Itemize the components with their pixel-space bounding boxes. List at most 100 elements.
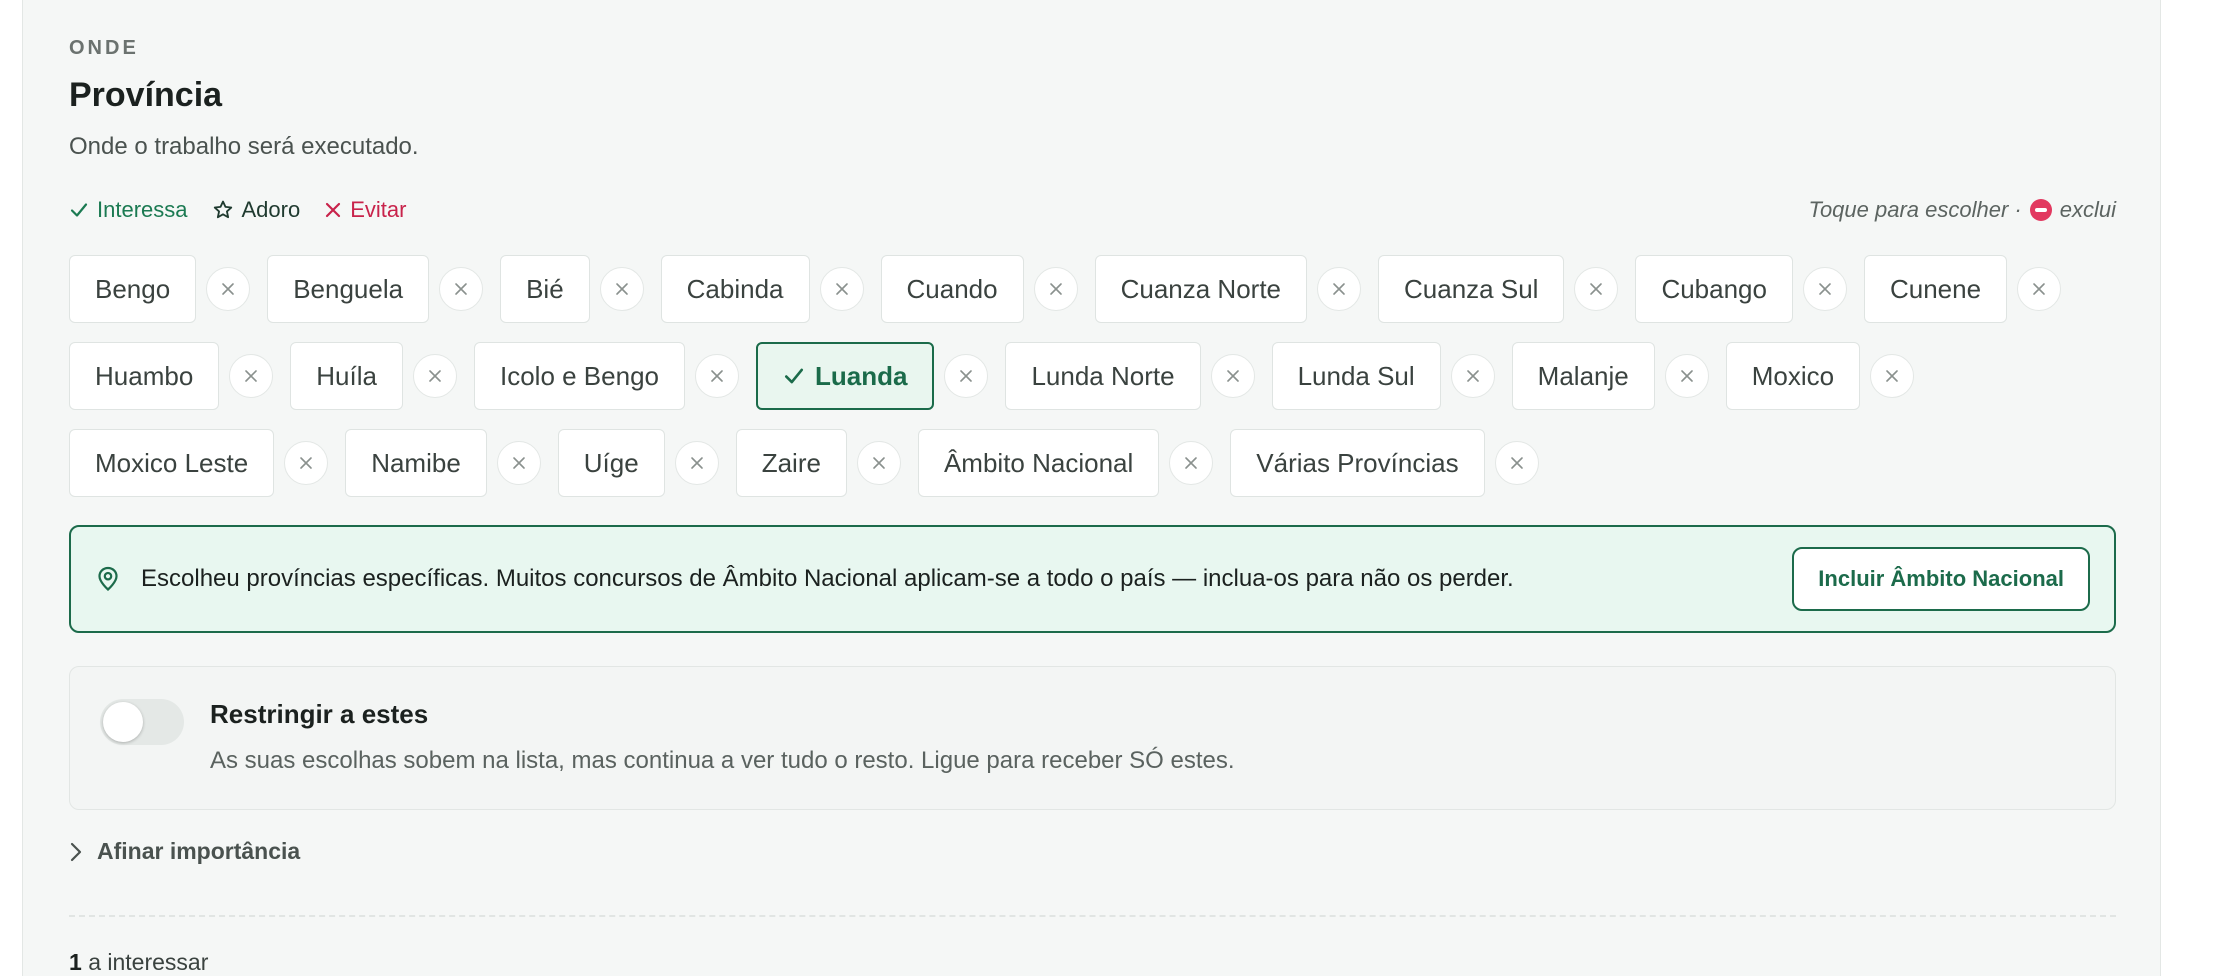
province-chip-label: Malanje (1537, 360, 1629, 391)
close-icon (512, 457, 525, 469)
location-pin-icon (97, 566, 119, 592)
close-icon (1590, 283, 1603, 295)
close-icon (1680, 370, 1693, 382)
exclude-province-button[interactable] (1870, 354, 1915, 398)
province-chip[interactable]: Cunene (1863, 255, 2008, 323)
province-chip[interactable]: Luanda (756, 342, 935, 410)
province-chip-label: Moxico Leste (95, 447, 249, 478)
province-chip-label: Várias Províncias (1256, 447, 1459, 478)
exclude-province-button[interactable] (674, 441, 719, 485)
province-chip[interactable]: Icolo e Bengo (473, 342, 685, 410)
province-chip[interactable]: Cuando (880, 255, 1024, 323)
province-chip-label: Bié (526, 273, 564, 304)
province-chip-label: Âmbito Nacional (943, 447, 1134, 478)
province-chip[interactable]: Cubango (1635, 255, 1793, 323)
province-chip-label: Bengo (95, 273, 171, 304)
province-chip[interactable]: Moxico (1725, 342, 1861, 410)
exclude-province-button[interactable] (496, 441, 541, 485)
province-chip[interactable]: Âmbito Nacional (917, 429, 1160, 497)
preference-legend: Interessa Adoro Evitar (69, 197, 430, 223)
selection-hint: Toque para escolher · exclui (1809, 197, 2116, 223)
province-chip-label: Uíge (583, 447, 639, 478)
province-chip[interactable]: Cabinda (660, 255, 810, 323)
exclude-province-button[interactable] (206, 267, 251, 311)
exclude-province-button[interactable] (1033, 267, 1078, 311)
province-chip-label: Icolo e Bengo (499, 360, 659, 391)
exclude-province-button[interactable] (1450, 354, 1495, 398)
toggle-knob (103, 702, 143, 742)
selection-count-label: a interessar (88, 949, 209, 975)
province-chip[interactable]: Zaire (735, 429, 847, 497)
province-chip[interactable]: Cuanza Sul (1378, 255, 1565, 323)
section-eyebrow: ONDE (69, 37, 139, 59)
exclude-province-button[interactable] (856, 441, 901, 485)
province-chip-label: Lunda Norte (1031, 360, 1175, 391)
exclude-province-button[interactable] (1494, 441, 1539, 485)
exclude-province-button[interactable] (944, 354, 989, 398)
legend-interessa-label: Interessa (97, 197, 188, 222)
province-chip[interactable]: Namibe (345, 429, 487, 497)
chip-row: Moxico Leste Namibe Uíge Zaire Âmbito Nacion… (69, 428, 2116, 498)
province-chip[interactable]: Cuanza Norte (1094, 255, 1308, 323)
include-national-scope-button[interactable]: Incluir Âmbito Nacional (1792, 547, 2090, 611)
restrict-toggle[interactable] (100, 699, 184, 745)
exclude-province-button[interactable] (1664, 354, 1709, 398)
province-chip-label: Zaire (761, 447, 821, 478)
chevron-right-icon (70, 842, 82, 861)
close-icon (1333, 283, 1345, 295)
close-icon (1185, 457, 1198, 469)
province-chip-label: Moxico (1751, 360, 1835, 391)
close-icon (960, 370, 973, 382)
exclude-province-button[interactable] (695, 354, 739, 398)
exclude-province-button[interactable] (1210, 354, 1255, 398)
province-chip-label: Lunda Sul (1297, 360, 1415, 391)
close-icon (1466, 370, 1479, 382)
close-icon (873, 457, 885, 469)
province-chip[interactable]: Huíla (290, 342, 403, 410)
restrict-description: As suas escolhas sobem na lista, mas con… (210, 747, 1235, 774)
exclude-province-button[interactable] (412, 354, 457, 398)
province-chip[interactable]: Lunda Sul (1271, 342, 1441, 410)
fine-tune-expander[interactable]: Afinar importância (69, 838, 300, 865)
selection-summary: 1 a interessar (69, 949, 208, 976)
banner-text: Escolheu províncias específicas. Muitos … (141, 565, 1514, 592)
close-icon (245, 370, 258, 382)
exclude-province-button[interactable] (439, 267, 484, 311)
province-chip[interactable]: Lunda Norte (1005, 342, 1201, 410)
exclude-province-button[interactable] (1317, 267, 1362, 311)
close-icon (429, 370, 441, 382)
province-chip[interactable]: Benguela (267, 255, 430, 323)
province-chip[interactable]: Uíge (557, 429, 665, 497)
restrict-card: Restringir a estes As suas escolhas sobe… (69, 666, 2116, 810)
province-chip[interactable]: Moxico Leste (69, 429, 275, 497)
close-icon (2033, 283, 2045, 295)
filter-panel: ONDE Província Onde o trabalho será exec… (22, 0, 2161, 976)
exclude-province-button[interactable] (819, 267, 864, 311)
exclude-province-button[interactable] (1574, 267, 1619, 311)
exclude-province-button[interactable] (599, 267, 644, 311)
province-chip[interactable]: Bengo (69, 255, 197, 323)
close-icon (711, 370, 723, 382)
national-scope-banner: Escolheu províncias específicas. Muitos … (69, 525, 2116, 633)
close-icon (222, 283, 234, 295)
province-chip[interactable]: Bié (500, 255, 590, 323)
province-chip-label: Namibe (371, 447, 461, 478)
exclude-province-button[interactable] (2017, 267, 2062, 311)
province-chip-label: Huíla (316, 360, 377, 391)
exclude-province-button[interactable] (284, 441, 329, 485)
star-icon (213, 200, 232, 219)
close-icon (615, 283, 628, 295)
section-title: Província (69, 76, 223, 114)
exclude-province-button[interactable] (1802, 267, 1847, 311)
province-chip-label: Cubango (1661, 273, 1767, 304)
close-icon (1819, 283, 1831, 295)
province-chip[interactable]: Huambo (69, 342, 220, 410)
exclude-province-button[interactable] (229, 354, 274, 398)
province-chip[interactable]: Várias Províncias (1230, 429, 1485, 497)
restrict-title: Restringir a estes (210, 699, 429, 729)
chip-row: Huambo Huíla Icolo e Bengo Luanda Lunda Nort… (69, 341, 2116, 411)
province-chip-label: Cabinda (686, 273, 784, 304)
exclude-province-button[interactable] (1169, 441, 1214, 485)
province-chip[interactable]: Malanje (1511, 342, 1655, 410)
hint-exclude-text: exclui (2059, 197, 2116, 222)
